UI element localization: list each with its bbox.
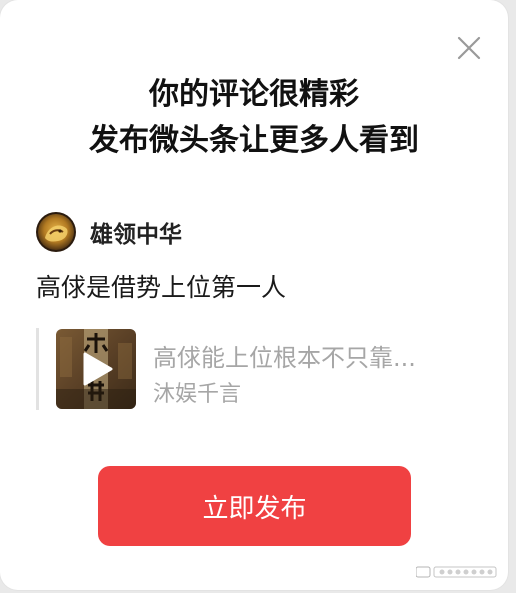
dialog-title-line-2: 发布微头条让更多人看到	[89, 123, 419, 158]
author-row: 雄领中华	[36, 210, 182, 254]
quoted-post[interactable]: 高俅能上位根本不只靠... 沐娱千言	[36, 326, 476, 412]
quote-divider	[36, 328, 39, 410]
dialog-title-line-1: 你的评论很精彩	[149, 77, 359, 112]
publish-dialog: 你的评论很精彩 发布微头条让更多人看到 雄领中华 高俅是借势上位第一人 高俅能上…	[0, 0, 508, 590]
play-icon[interactable]	[56, 329, 136, 409]
publish-button[interactable]: 立即发布	[98, 466, 411, 546]
author-name[interactable]: 雄领中华	[90, 215, 182, 249]
quoted-post-title[interactable]: 高俅能上位根本不只靠...	[153, 338, 416, 373]
watermark-logo	[416, 564, 498, 580]
quoted-post-source: 沐娱千言	[153, 382, 242, 407]
video-thumbnail[interactable]	[56, 329, 136, 409]
dialog-title: 你的评论很精彩 发布微头条让更多人看到	[0, 72, 508, 164]
comment-text: 高俅是借势上位第一人	[36, 273, 287, 302]
avatar[interactable]	[36, 212, 76, 252]
close-icon[interactable]	[455, 34, 483, 62]
